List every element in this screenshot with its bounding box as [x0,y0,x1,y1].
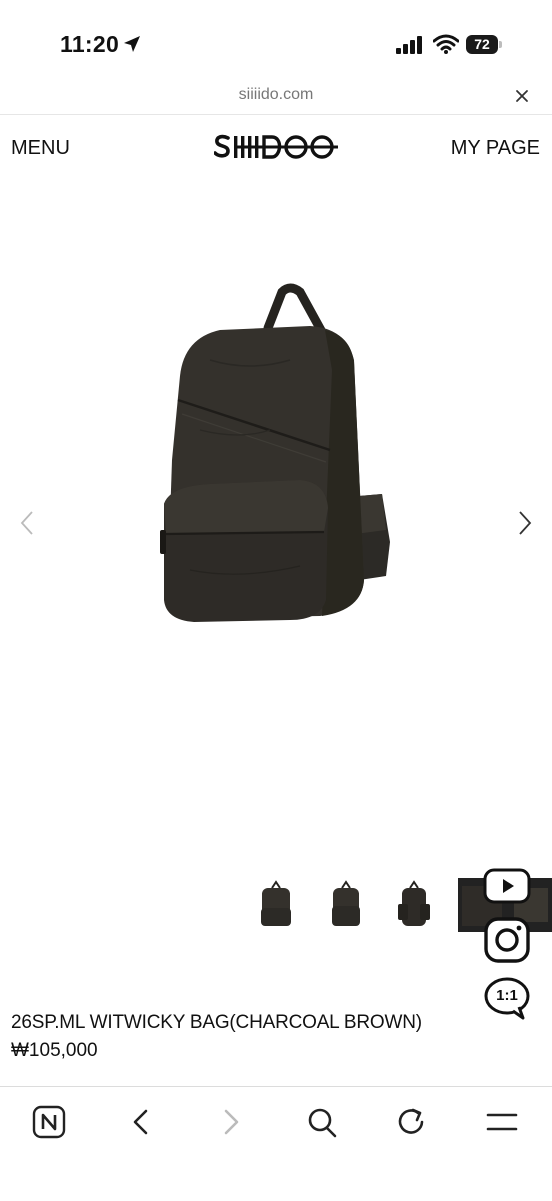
naver-icon[interactable] [32,1105,66,1139]
wifi-icon [433,34,459,54]
reload-icon[interactable] [396,1105,428,1139]
cellular-signal-icon [396,36,422,54]
close-icon[interactable] [512,86,532,106]
back-icon[interactable] [126,1105,156,1139]
chat-1-1-button[interactable]: 1:1 [483,976,531,1020]
chat-label: 1:1 [496,987,518,1004]
status-bar: 11:20 72 [0,0,552,80]
thumbnail-1[interactable] [252,878,300,932]
forward-icon[interactable] [216,1105,246,1139]
status-time: 11:20 [60,31,120,57]
url-text[interactable]: siiiido.com [0,86,552,104]
gallery-prev-arrow-icon[interactable] [18,510,38,536]
browser-url-bar: siiiido.com [0,80,552,115]
product-price: ₩105,000 [11,1040,98,1061]
thumbnail-strip [0,878,552,934]
my-page-link[interactable]: MY PAGE [451,137,540,160]
battery-level: 72 [466,35,498,54]
location-arrow-icon [124,36,140,52]
instagram-icon[interactable] [483,916,531,964]
brand-logo[interactable] [214,132,338,162]
gallery-next-arrow-icon[interactable] [514,510,534,536]
thumbnail-2[interactable] [322,878,370,932]
product-image-backpack[interactable] [150,280,410,640]
product-title: 26SP.ML WITWICKY BAG(CHARCOAL BROWN) [11,1012,422,1033]
search-icon[interactable] [306,1105,338,1139]
menu-icon[interactable] [486,1105,518,1139]
thumbnail-3[interactable] [390,878,438,932]
site-header: MENU MY PAGE [0,120,552,176]
battery-indicator: 72 [466,35,502,54]
browser-toolbar [0,1086,552,1201]
product-gallery [0,180,552,860]
youtube-icon[interactable] [483,868,531,904]
menu-link[interactable]: MENU [11,137,70,160]
